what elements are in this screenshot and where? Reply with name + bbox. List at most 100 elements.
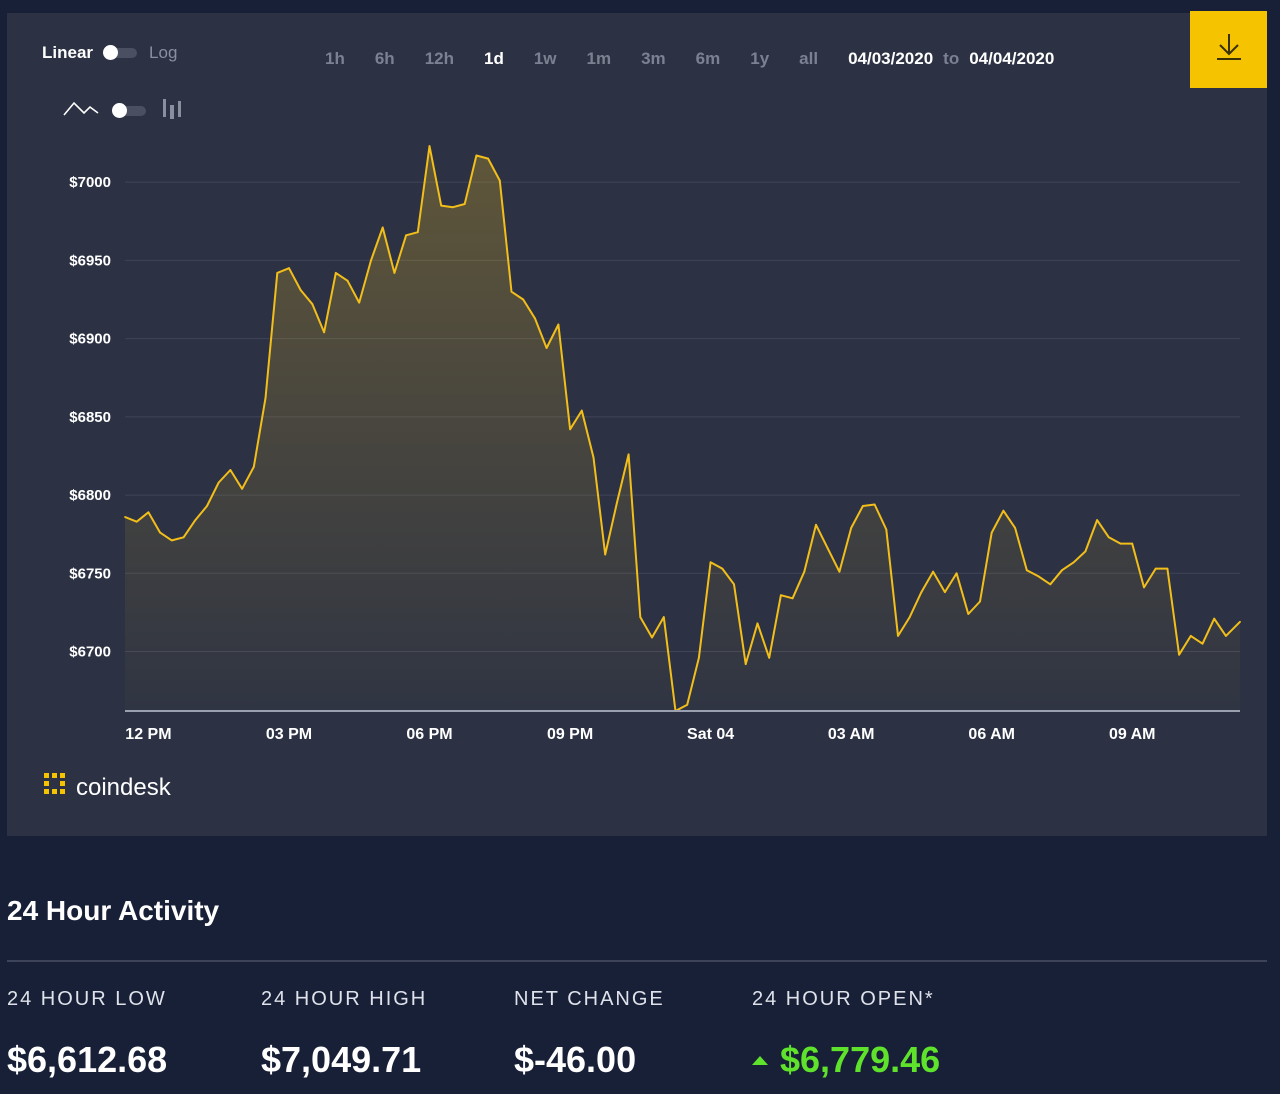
price-point	[323, 331, 325, 334]
price-point	[1178, 653, 1180, 656]
price-point	[897, 635, 899, 637]
range-12h[interactable]: 12h	[425, 49, 454, 69]
price-point	[580, 409, 583, 412]
range-all[interactable]: all	[799, 49, 818, 69]
price-chart: $7000 $6950 $6900 $6850 $6800 $6750 $6700 12 PM…	[69, 145, 1241, 743]
price-point	[698, 656, 700, 659]
price-point	[850, 527, 853, 529]
stat-low-label: 24 HOUR LOW	[7, 988, 167, 1010]
price-point	[1189, 635, 1192, 637]
line-chart-icon[interactable]	[62, 97, 100, 124]
price-point	[686, 703, 689, 706]
scale-log-label[interactable]: Log	[149, 43, 177, 63]
price-point	[604, 553, 607, 556]
stat-24h-high: 24 HOUR HIGH $7,049.71	[261, 988, 427, 1081]
scale-linear-label[interactable]: Linear	[42, 43, 93, 63]
price-point	[756, 622, 759, 625]
price-point	[522, 298, 525, 301]
price-point	[1201, 642, 1204, 645]
price-point	[241, 487, 244, 490]
price-point	[510, 290, 513, 293]
price-point	[498, 179, 501, 182]
price-point	[147, 511, 150, 514]
price-point	[932, 570, 934, 573]
date-from-input[interactable]: 04/03/2020	[848, 49, 933, 69]
price-point	[170, 539, 173, 542]
download-icon	[1213, 31, 1245, 68]
price-point	[920, 591, 923, 593]
price-point	[569, 428, 571, 431]
price-point	[124, 516, 126, 518]
y-tick-label: $6800	[69, 487, 111, 504]
price-point	[1014, 527, 1016, 529]
range-1y[interactable]: 1y	[750, 49, 769, 69]
price-point	[358, 301, 361, 304]
price-point	[381, 226, 384, 229]
price-point	[662, 616, 665, 618]
range-6h[interactable]: 6h	[375, 49, 395, 69]
price-point	[1166, 567, 1169, 570]
y-tick-label: $6950	[69, 252, 111, 269]
date-to-input[interactable]: 04/04/2020	[969, 49, 1054, 69]
coindesk-wordmark: coindesk	[76, 773, 171, 801]
price-point	[217, 481, 220, 484]
price-area-fill	[125, 146, 1240, 712]
chart-type-toggle[interactable]	[112, 102, 146, 118]
price-point	[440, 204, 443, 207]
x-tick-label: 03 PM	[266, 726, 312, 743]
price-point	[815, 523, 817, 526]
price-point	[393, 272, 396, 274]
date-to-word: to	[943, 49, 960, 68]
price-point	[276, 272, 279, 274]
price-point	[967, 613, 970, 615]
price-point	[944, 591, 946, 593]
stat-high-value: $7,049.71	[261, 1039, 422, 1080]
price-point	[370, 259, 372, 262]
price-point	[1002, 509, 1005, 512]
x-tick-label: 09 AM	[1109, 726, 1156, 743]
price-point	[346, 279, 349, 282]
stat-change-value: $-46.00	[514, 1039, 637, 1080]
price-point	[1107, 536, 1110, 539]
stat-open-value: $6,779.46	[780, 1039, 941, 1080]
price-point	[1154, 567, 1157, 570]
chart-panel: $7000 $6950 $6900 $6850 $6800 $6750 $6700 12 PM…	[7, 11, 1267, 836]
stat-net-change: NET CHANGE $-46.00	[514, 988, 665, 1081]
price-point	[194, 519, 197, 521]
activity-divider	[7, 960, 1267, 962]
price-point	[1143, 586, 1145, 589]
stat-24h-open: 24 HOUR OPEN* $6,779.46	[752, 988, 940, 1081]
x-tick-label: Sat 04	[687, 726, 734, 743]
price-point	[1084, 550, 1087, 553]
range-1d[interactable]: 1d	[484, 49, 504, 69]
price-point	[264, 397, 267, 399]
download-button[interactable]	[1190, 11, 1267, 88]
price-point	[1131, 542, 1134, 545]
price-point	[803, 570, 806, 573]
candlestick-icon[interactable]	[160, 95, 186, 126]
price-point	[826, 547, 829, 550]
price-point	[744, 663, 747, 665]
range-1w[interactable]: 1w	[534, 49, 557, 69]
price-point	[159, 531, 162, 534]
price-point	[627, 453, 630, 456]
scale-toggle[interactable]	[103, 45, 138, 60]
price-point	[791, 597, 794, 600]
price-point	[463, 203, 466, 205]
range-3m[interactable]: 3m	[641, 49, 666, 69]
y-tick-label: $6900	[69, 331, 111, 348]
price-point	[990, 531, 993, 534]
activity-title: 24 Hour Activity	[7, 895, 220, 926]
time-range-selector: 1h 6h 12h 1d 1w 1m 3m 6m 1y all 04/03/20…	[325, 49, 1054, 69]
price-point	[475, 154, 478, 157]
price-point	[768, 656, 771, 659]
range-1h[interactable]: 1h	[325, 49, 345, 69]
stat-high-label: 24 HOUR HIGH	[261, 988, 428, 1010]
price-point	[487, 157, 489, 160]
scale-toggle-row: Linear Log	[42, 43, 177, 63]
price-point	[1119, 542, 1122, 545]
range-6m[interactable]: 6m	[696, 49, 721, 69]
price-point	[252, 466, 255, 468]
price-point	[1072, 561, 1075, 564]
range-1m[interactable]: 1m	[587, 49, 612, 69]
